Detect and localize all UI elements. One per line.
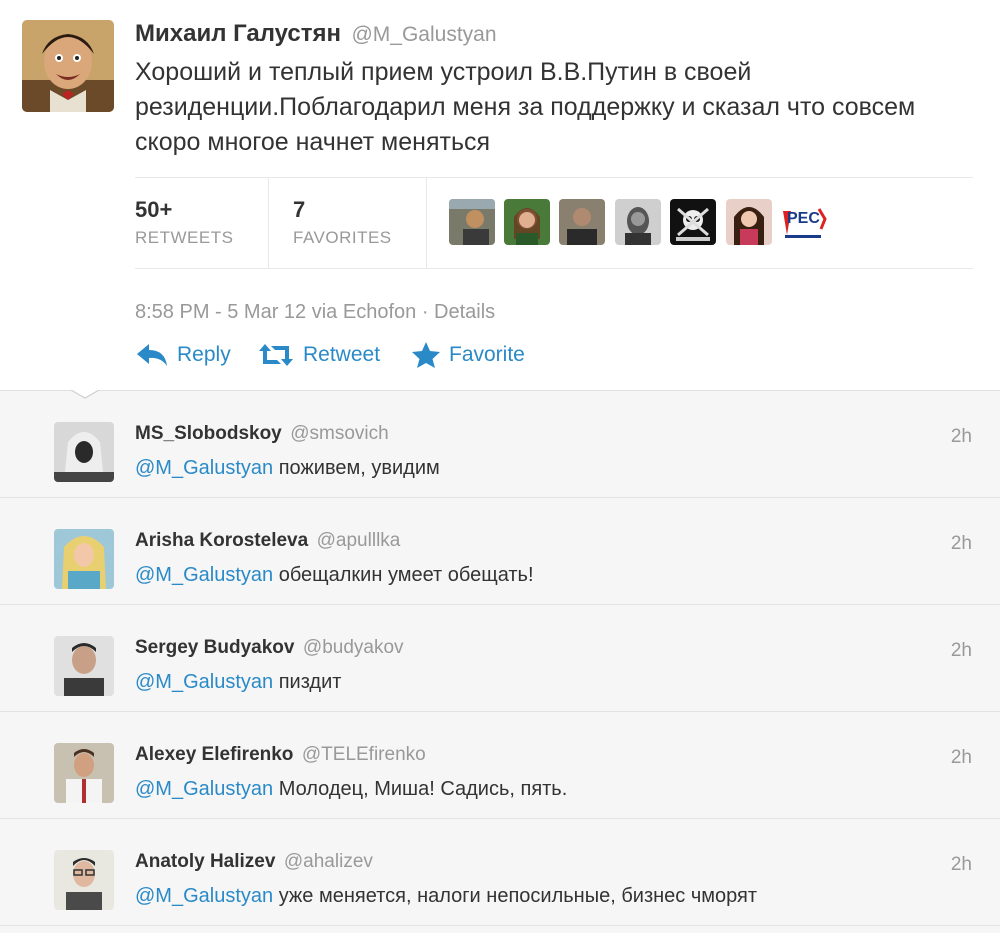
favoriter-logo-text: PEC [787, 210, 820, 227]
reply-avatar[interactable] [54, 850, 114, 910]
reply-mention[interactable]: @M_Galustyan [135, 778, 273, 800]
reply-author-handle[interactable]: @smsovich [290, 423, 388, 444]
favoriter-avatar[interactable] [559, 199, 605, 245]
favorites-stat[interactable]: 7 FAVORITES [269, 178, 427, 268]
star-icon [412, 342, 440, 368]
favoriter-avatar[interactable]: PEC [781, 199, 827, 245]
favoriter-avatar[interactable] [670, 199, 716, 245]
reply-time[interactable]: 2h [951, 854, 972, 876]
reply-avatar[interactable] [54, 636, 114, 696]
reply-avatar[interactable] [54, 422, 114, 482]
reply-item[interactable]: MS_Slobodskoy @smsovich @M_Galustyan пож… [0, 391, 1000, 498]
reply-body: Молодец, Миша! Садись, пять. [278, 778, 568, 800]
reply-text: @M_Galustyan поживем, увидим [135, 457, 440, 480]
replies-list: MS_Slobodskoy @smsovich @M_Galustyan пож… [0, 390, 1000, 933]
favorites-count: 7 [293, 197, 306, 222]
reply-author: MS_Slobodskoy @smsovich [135, 423, 389, 445]
favorite-label: Favorite [449, 343, 525, 366]
retweet-button[interactable]: Retweet [257, 338, 380, 372]
reply-icon [137, 344, 167, 366]
tweet-text: Хороший и теплый прием устроил В.В.Путин… [135, 58, 916, 156]
retweet-icon [259, 344, 293, 366]
meta-separator: · [421, 301, 429, 323]
reply-item[interactable]: Anatoly Halizev @ahalizev @M_Galustyan у… [0, 819, 1000, 926]
details-link[interactable]: Details [434, 301, 495, 323]
reply-item[interactable]: Alexey Elefirenko @TELEfirenko @M_Galust… [0, 712, 1000, 819]
reply-text: @M_Galustyan пиздит [135, 671, 341, 694]
favoriter-avatar[interactable] [726, 199, 772, 245]
reply-author: Alexey Elefirenko @TELEfirenko [135, 744, 426, 766]
author-avatar[interactable] [22, 20, 114, 112]
reply-body: обещалкин умеет обещать! [278, 564, 534, 586]
reply-time[interactable]: 2h [951, 747, 972, 769]
favoriter-avatar[interactable] [504, 199, 550, 245]
retweets-label: RETWEETS [135, 228, 234, 247]
reply-author-handle[interactable]: @apulllka [317, 530, 401, 551]
favorites-label: FAVORITES [293, 228, 392, 247]
reply-author-name[interactable]: Arisha Korosteleva [135, 530, 308, 551]
reply-author: Anatoly Halizev @ahalizev [135, 851, 373, 873]
favoriter-avatar[interactable] [449, 199, 495, 245]
reply-author-name[interactable]: Alexey Elefirenko [135, 744, 293, 765]
reply-mention[interactable]: @M_Galustyan [135, 457, 273, 479]
tweet-meta: 8:58 PM - 5 Mar 12 via Echofon · Details [135, 301, 495, 324]
reply-text: @M_Galustyan обещалкин умеет обещать! [135, 564, 534, 587]
reply-author-name[interactable]: Anatoly Halizev [135, 851, 275, 872]
reply-author-name[interactable]: Sergey Budyakov [135, 637, 294, 658]
caret-notch [70, 383, 100, 399]
reply-author-handle[interactable]: @ahalizev [284, 851, 373, 872]
reply-author-name[interactable]: MS_Slobodskoy [135, 423, 282, 444]
reply-time[interactable]: 2h [951, 533, 972, 555]
author-handle[interactable]: @M_Galustyan [351, 23, 496, 46]
reply-author-handle[interactable]: @budyakov [303, 637, 404, 658]
tweet-stats: 50+ RETWEETS 7 FAVORITES PEC [135, 177, 973, 269]
author-name[interactable]: Михаил Галустян [135, 20, 341, 47]
author-line: Михаил Галустян @M_Galustyan [135, 20, 497, 48]
tweet-permalink: Михаил Галустян @M_Galustyan Хороший и т… [0, 0, 1000, 933]
reply-author-handle[interactable]: @TELEfirenko [302, 744, 426, 765]
reply-avatar[interactable] [54, 529, 114, 589]
retweets-count: 50+ [135, 197, 173, 222]
reply-text: @M_Galustyan Молодец, Миша! Садись, пять… [135, 778, 567, 801]
reply-item[interactable]: Arisha Korosteleva @apulllka @M_Galustya… [0, 498, 1000, 605]
reply-body: пиздит [278, 671, 342, 693]
reply-author: Arisha Korosteleva @apulllka [135, 530, 400, 552]
retweets-stat[interactable]: 50+ RETWEETS [135, 178, 269, 268]
reply-button[interactable]: Reply [135, 338, 231, 372]
reply-author: Sergey Budyakov @budyakov [135, 637, 404, 659]
reply-mention[interactable]: @M_Galustyan [135, 564, 273, 586]
reply-time[interactable]: 2h [951, 640, 972, 662]
reply-avatar[interactable] [54, 743, 114, 803]
reply-mention[interactable]: @M_Galustyan [135, 671, 273, 693]
reply-time[interactable]: 2h [951, 426, 972, 448]
reply-text: @M_Galustyan уже меняется, налоги непоси… [135, 885, 757, 908]
reply-item[interactable]: Sergey Budyakov @budyakov @M_Galustyan п… [0, 605, 1000, 712]
tweet-timestamp[interactable]: 8:58 PM - 5 Mar 12 via Echofon [135, 301, 416, 323]
favoriter-avatar[interactable] [615, 199, 661, 245]
reply-body: поживем, увидим [278, 457, 440, 479]
reply-body: уже меняется, налоги непосильные, бизнес… [278, 885, 758, 907]
favorite-button[interactable]: Favorite [411, 338, 525, 372]
retweet-label: Retweet [303, 343, 381, 366]
reply-label: Reply [177, 343, 231, 366]
main-tweet: Михаил Галустян @M_Galustyan Хороший и т… [0, 0, 1000, 390]
reply-mention[interactable]: @M_Galustyan [135, 885, 273, 907]
